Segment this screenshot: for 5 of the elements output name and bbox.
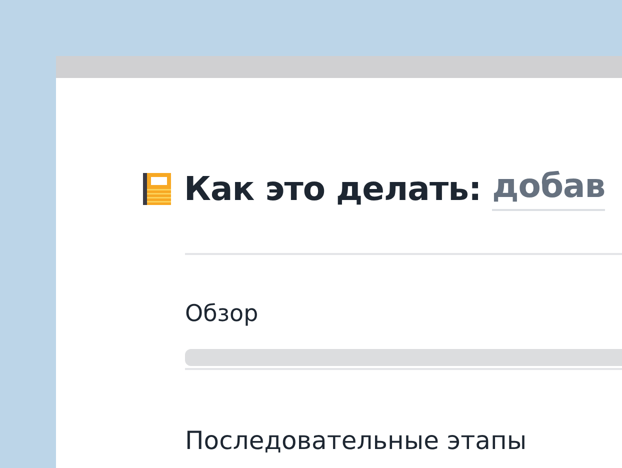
section-heading: Обзор [185, 301, 260, 327]
page-subject: добав [492, 166, 606, 211]
section-heading: Последовательные этапы [185, 426, 528, 455]
notebook-icon [143, 172, 171, 204]
page-title: Как это делать: [184, 169, 482, 208]
